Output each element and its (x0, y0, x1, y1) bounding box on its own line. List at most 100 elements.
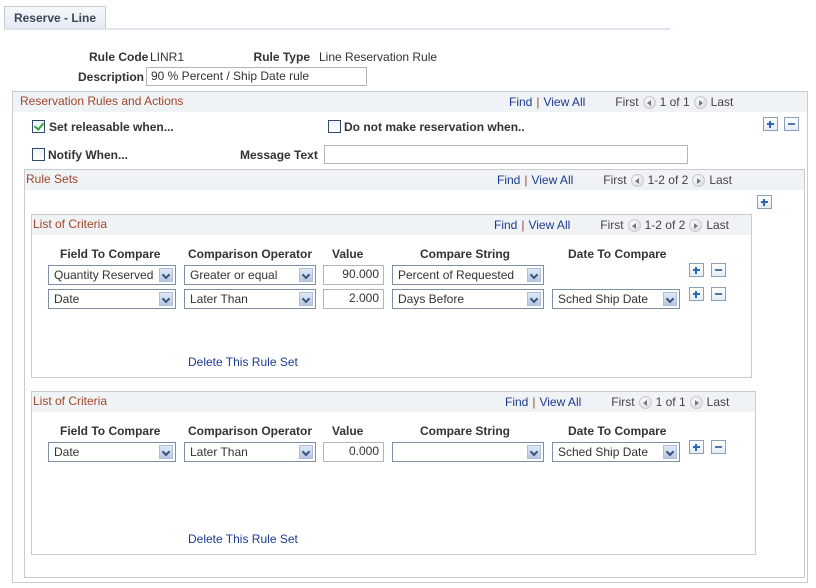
rule-sets-nav: Find | View All First 1-2 of 2 Last (497, 173, 732, 187)
compare-string-select[interactable]: Percent of Requested (392, 265, 544, 285)
compare-string-select[interactable]: Days Before (392, 289, 544, 309)
field-to-compare-select[interactable]: Quantity Reserved (48, 265, 176, 285)
chevron-down-icon (299, 292, 313, 306)
criteria-title-1: List of Criteria (33, 217, 108, 231)
field-to-compare-select[interactable]: Date (48, 442, 176, 462)
col-field-to-compare: Field To Compare (60, 247, 161, 261)
reservation-rules-title: Reservation Rules and Actions (20, 94, 184, 108)
notify-when-checkbox[interactable] (32, 148, 45, 161)
nav-separator: | (524, 173, 528, 187)
first-link[interactable]: First (611, 395, 634, 409)
rule-sets-header: Rule Sets Find | View All First 1-2 of 2… (25, 170, 804, 190)
row-count: 1-2 of 2 (647, 173, 689, 187)
reservation-rules-header: Reservation Rules and Actions Find | Vie… (13, 92, 807, 112)
delete-rule-set-link[interactable]: Delete This Rule Set (188, 355, 298, 369)
criteria-nav-1: Find | View All First 1-2 of 2 Last (494, 218, 729, 232)
minus-icon (715, 293, 722, 295)
previous-arrow-icon[interactable] (627, 218, 641, 232)
find-link[interactable]: Find (509, 95, 532, 109)
chevron-down-icon (663, 292, 677, 306)
col-value: Value (332, 424, 364, 438)
first-link[interactable]: First (603, 173, 626, 187)
chevron-down-icon (159, 268, 173, 282)
col-compare-string: Compare String (420, 247, 511, 261)
message-text-label: Message Text (240, 148, 318, 162)
chevron-down-icon (527, 445, 541, 459)
col-compare-string: Compare String (420, 424, 511, 438)
value-field[interactable]: 2.000 (323, 289, 384, 309)
find-link[interactable]: Find (497, 173, 520, 187)
comparison-operator-select[interactable]: Later Than (184, 289, 316, 309)
view-all-link[interactable]: View All (528, 218, 570, 232)
last-link[interactable]: Last (711, 95, 734, 109)
previous-arrow-icon[interactable] (642, 95, 656, 109)
first-link[interactable]: First (615, 95, 638, 109)
value-field[interactable]: 0.000 (323, 442, 384, 462)
description-field[interactable]: 90 % Percent / Ship Date rule (146, 67, 367, 86)
first-link[interactable]: First (600, 218, 623, 232)
minus-icon (715, 446, 722, 448)
comparison-operator-select[interactable]: Greater or equal (184, 265, 316, 285)
col-date-to-compare: Date To Compare (568, 424, 667, 438)
view-all-link[interactable]: View All (539, 395, 581, 409)
find-link[interactable]: Find (494, 218, 517, 232)
last-link[interactable]: Last (709, 173, 732, 187)
col-value: Value (332, 247, 364, 261)
delete-criteria-button[interactable] (711, 440, 726, 454)
reservation-nav: Find | View All First 1 of 1 Last (509, 95, 733, 109)
comparison-operator-select[interactable]: Later Than (184, 442, 316, 462)
delete-rule-set-link[interactable]: Delete This Rule Set (188, 532, 298, 546)
chevron-down-icon (299, 445, 313, 459)
rule-sets-title: Rule Sets (26, 172, 79, 186)
chevron-down-icon (299, 268, 313, 282)
add-criteria-button[interactable] (689, 287, 704, 301)
nav-separator: | (536, 95, 540, 109)
next-arrow-icon[interactable] (689, 395, 703, 409)
criteria-nav-2: Find | View All First 1 of 1 Last (505, 395, 729, 409)
chevron-down-icon (527, 292, 541, 306)
minus-icon (788, 123, 795, 125)
last-link[interactable]: Last (706, 218, 729, 232)
row-count: 1 of 1 (655, 395, 686, 409)
rule-type-label: Rule Type (253, 50, 310, 64)
message-text-field[interactable] (324, 145, 688, 164)
do-not-make-reservation-checkbox[interactable] (328, 120, 341, 133)
add-row-button[interactable] (763, 117, 778, 131)
value-field[interactable]: 90.000 (323, 265, 384, 285)
delete-row-button[interactable] (784, 117, 799, 131)
field-to-compare-select[interactable]: Date (48, 289, 176, 309)
compare-string-select[interactable] (392, 442, 544, 462)
find-link[interactable]: Find (505, 395, 528, 409)
next-arrow-icon[interactable] (689, 218, 703, 232)
chevron-down-icon (159, 292, 173, 306)
set-releasable-checkbox[interactable] (32, 120, 45, 133)
col-field-to-compare: Field To Compare (60, 424, 161, 438)
next-arrow-icon[interactable] (692, 173, 706, 187)
rule-code-value: LINR1 (150, 50, 185, 64)
do-not-make-reservation-label: Do not make reservation when.. (344, 120, 525, 134)
date-to-compare-select[interactable]: Sched Ship Date (552, 442, 680, 462)
next-arrow-icon[interactable] (693, 95, 707, 109)
add-criteria-button[interactable] (689, 263, 704, 277)
col-comparison-operator: Comparison Operator (188, 424, 313, 438)
notify-when-label: Notify When... (48, 148, 128, 162)
col-date-to-compare: Date To Compare (568, 247, 667, 261)
tab-divider (4, 28, 670, 30)
view-all-link[interactable]: View All (531, 173, 573, 187)
row-count: 1 of 1 (659, 95, 690, 109)
date-to-compare-select[interactable]: Sched Ship Date (552, 289, 680, 309)
add-rule-set-button[interactable] (757, 195, 772, 209)
chevron-down-icon (663, 445, 677, 459)
previous-arrow-icon[interactable] (638, 395, 652, 409)
criteria-header-1: List of Criteria Find | View All First 1… (32, 215, 751, 235)
minus-icon (715, 269, 722, 271)
chevron-down-icon (527, 268, 541, 282)
tab-reserve-line[interactable]: Reserve - Line (4, 6, 106, 29)
previous-arrow-icon[interactable] (630, 173, 644, 187)
view-all-link[interactable]: View All (543, 95, 585, 109)
last-link[interactable]: Last (707, 395, 730, 409)
delete-criteria-button[interactable] (711, 287, 726, 301)
add-criteria-button[interactable] (689, 440, 704, 454)
delete-criteria-button[interactable] (711, 263, 726, 277)
rule-code-label: Rule Code (89, 50, 149, 64)
